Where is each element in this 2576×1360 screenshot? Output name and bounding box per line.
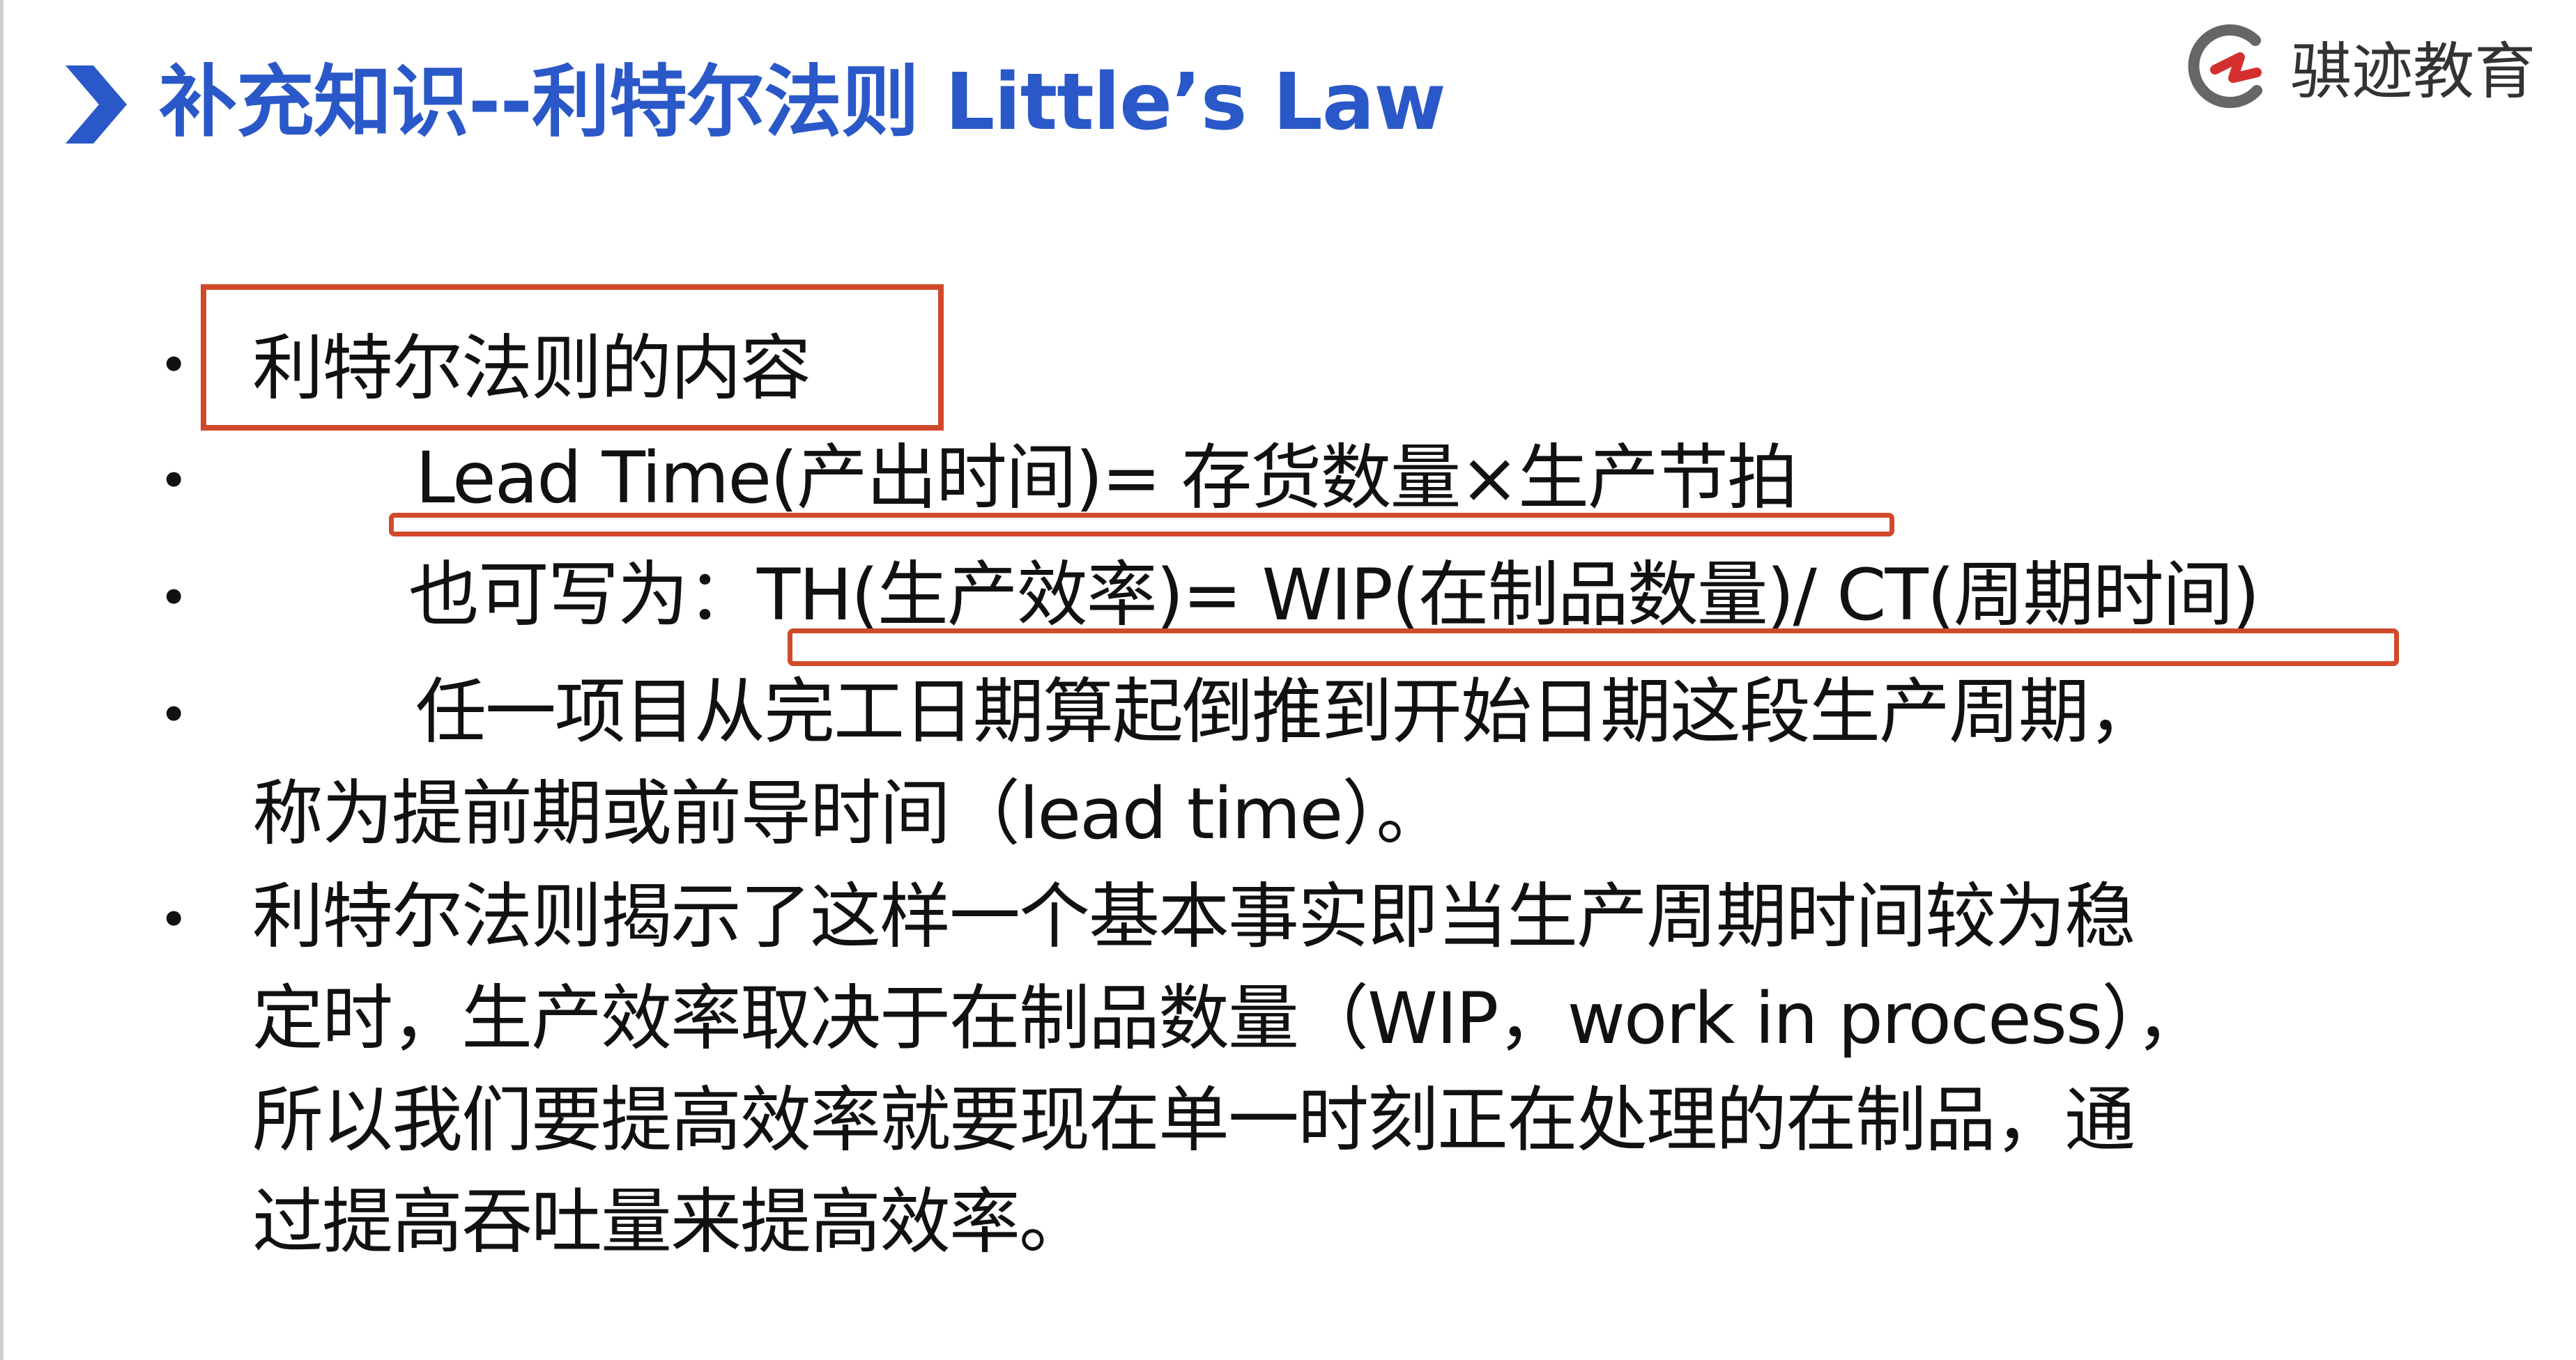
- logo-text: 骐迹教育: [2290, 35, 2536, 107]
- bullet-5-line-4: 过提高吞吐量来提高效率。: [252, 1181, 1090, 1264]
- bullet-dot: •: [159, 686, 189, 744]
- bullet-5-line-1: 利特尔法则揭示了这样一个基本事实即当生产周期时间较为稳: [252, 876, 2136, 959]
- bullet-dot: •: [159, 336, 189, 394]
- bullet-5-line-3: 所以我们要提高效率就要现在单一时刻正在处理的在制品，通: [252, 1079, 2136, 1162]
- slide: 补充知识--利特尔法则 Little’s Law 骐迹教育 • 利特尔法则的内容…: [0, 0, 2576, 1360]
- bullet-dot: •: [159, 569, 189, 627]
- annotation-box: [201, 284, 944, 431]
- slide-edge: [0, 0, 3, 1360]
- company-logo-icon: [2188, 24, 2262, 108]
- bullet-dot: •: [159, 451, 189, 510]
- bullet-4-line-1: 任一项目从完工日期算起倒推到开始日期这段生产周期，: [415, 671, 2159, 754]
- chevron-right-icon: [66, 65, 127, 144]
- annotation-underline: [389, 513, 1894, 536]
- bullet-dot: •: [159, 890, 189, 949]
- page-title: 补充知识--利特尔法则 Little’s Law: [159, 57, 1446, 148]
- bullet-4-line-2: 称为提前期或前导时间（lead time）。: [252, 773, 1447, 856]
- bullet-5-line-2: 定时，生产效率取决于在制品数量（WIP，work in process），: [252, 978, 2207, 1060]
- company-logo: 骐迹教育: [2173, 14, 2536, 118]
